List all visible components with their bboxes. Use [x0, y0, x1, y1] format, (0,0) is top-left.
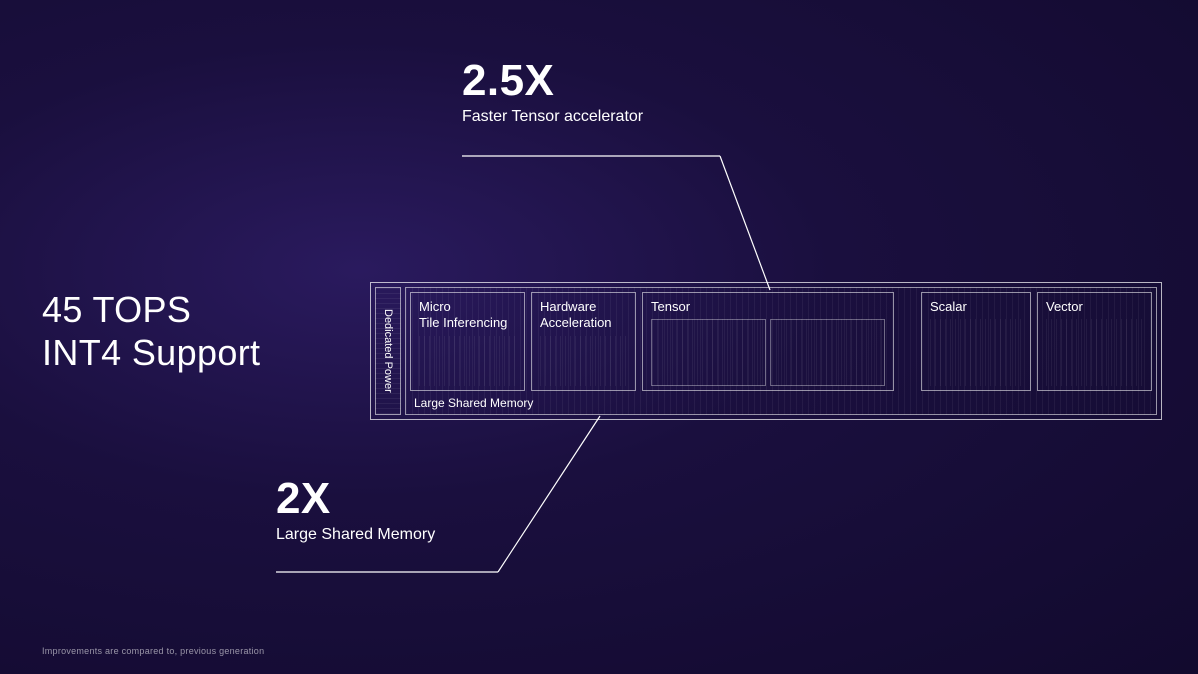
large-shared-memory-label: Large Shared Memory — [410, 394, 1152, 410]
chip-diagram: Dedicated Power Micro Tile Inferencing H… — [370, 282, 1162, 420]
block-micro: Micro Tile Inferencing — [410, 292, 525, 391]
headline-line-2: INT4 Support — [42, 331, 260, 374]
main-block: Micro Tile Inferencing Hardware Accelera… — [405, 287, 1157, 415]
block-tensor: Tensor — [642, 292, 894, 391]
block-vector-icon — [1046, 319, 1143, 386]
block-vector-label: Vector — [1046, 299, 1143, 315]
callout-memory-value: 2X — [276, 474, 556, 524]
block-tensor-label: Tensor — [651, 299, 885, 315]
footnote: Improvements are compared to, previous g… — [42, 646, 264, 656]
block-hardware: Hardware Acceleration — [531, 292, 636, 391]
headline-line-1: 45 TOPS — [42, 288, 260, 331]
headline: 45 TOPS INT4 Support — [42, 288, 260, 374]
callout-tensor: 2.5X Faster Tensor accelerator — [462, 56, 742, 136]
block-scalar-label: Scalar — [930, 299, 1022, 315]
blocks-spacer — [900, 292, 915, 391]
block-hardware-label: Hardware Acceleration — [540, 299, 627, 332]
callout-memory-label: Large Shared Memory — [276, 526, 556, 544]
block-vector: Vector — [1037, 292, 1152, 391]
block-scalar-icon — [930, 319, 1022, 386]
block-hardware-icon — [540, 336, 627, 387]
block-micro-icon — [419, 336, 516, 387]
callout-tensor-value: 2.5X — [462, 56, 742, 106]
block-scalar: Scalar — [921, 292, 1031, 391]
callout-memory: 2X Large Shared Memory — [276, 474, 556, 554]
block-micro-label: Micro Tile Inferencing — [419, 299, 516, 332]
callout-tensor-label: Faster Tensor accelerator — [462, 108, 742, 126]
blocks-row: Micro Tile Inferencing Hardware Accelera… — [410, 292, 1152, 391]
dedicated-power-block: Dedicated Power — [375, 287, 401, 415]
block-tensor-icon — [651, 319, 885, 386]
